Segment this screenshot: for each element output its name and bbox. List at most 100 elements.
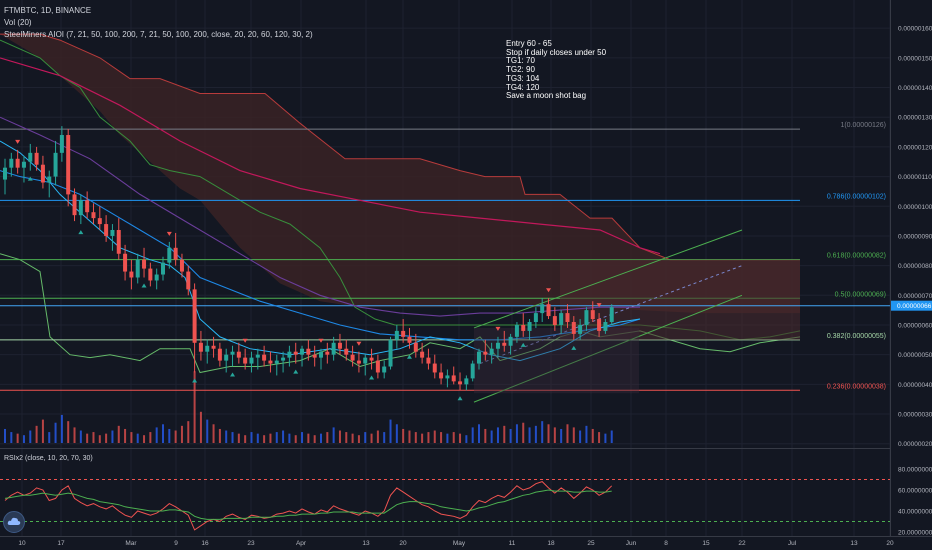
- candle-body: [369, 357, 374, 361]
- symbol-title: FTMBTC, 1D, BINANCE: [4, 6, 92, 15]
- candle-body: [21, 161, 26, 168]
- volume-bar: [408, 430, 411, 443]
- candle-body: [432, 363, 437, 373]
- time-tick-label: 20: [886, 540, 894, 547]
- candle-body: [148, 268, 153, 281]
- price-tick-label: 0.00000110: [898, 174, 932, 181]
- candle: [609, 304, 614, 325]
- volume-bar: [206, 419, 209, 443]
- candle-body: [458, 381, 463, 385]
- time-tick-label: Jul: [788, 540, 797, 547]
- candle-body: [477, 351, 481, 364]
- volume-bar: [294, 435, 297, 443]
- volume-bar: [162, 424, 164, 443]
- candle-body: [578, 324, 583, 334]
- volume-bar: [395, 424, 398, 443]
- price-tick-label: 0.00000020: [898, 441, 932, 448]
- candle-body: [47, 176, 52, 183]
- volume-bar: [446, 433, 449, 443]
- volume-bar: [591, 428, 594, 443]
- candle-body: [325, 351, 330, 355]
- candle: [470, 360, 475, 382]
- indicator-label: SteelMiners AIOI (7, 21, 50, 100, 200, 7…: [4, 30, 313, 39]
- volume-bar: [48, 432, 51, 443]
- volume-bar: [143, 435, 146, 443]
- volume-bar: [237, 433, 240, 443]
- candle-body: [85, 200, 90, 213]
- volume-bar: [370, 433, 373, 443]
- price-tick-label: 0.00000080: [898, 263, 932, 270]
- time-tick-label: 15: [702, 540, 710, 547]
- candle-body: [306, 348, 311, 355]
- last-price-value: 0.00000066: [897, 303, 932, 310]
- rsi-tick-label: 60.0000000: [898, 488, 932, 495]
- volume-bar: [218, 428, 221, 443]
- candle-body: [135, 259, 140, 278]
- time-tick-label: 17: [57, 540, 65, 547]
- volume-bar: [98, 435, 101, 443]
- volume-bar: [320, 433, 322, 443]
- volume-bar: [338, 430, 341, 443]
- time-tick-label: 8: [664, 540, 668, 547]
- candle-body: [97, 218, 102, 225]
- volume-bar: [180, 425, 183, 443]
- volume-bar: [459, 433, 462, 443]
- volume-bar: [67, 421, 70, 443]
- candle-body: [66, 135, 71, 195]
- candle-body: [546, 304, 551, 317]
- price-tick-label: 0.00000160: [898, 26, 932, 33]
- volume-bar: [313, 435, 316, 443]
- time-tick-label: 25: [587, 540, 595, 547]
- rsi-title: RSIx2 (close, 10, 20, 70, 30): [4, 455, 93, 462]
- volume-bar: [73, 427, 76, 443]
- volume-bar: [503, 425, 506, 443]
- price-tick-label: 0.00000140: [898, 85, 932, 92]
- volume-bar: [579, 430, 582, 443]
- volume-bar: [345, 432, 348, 443]
- volume-bar: [29, 430, 32, 443]
- volume-bar: [136, 433, 139, 443]
- candle-body: [15, 158, 20, 168]
- volume-bar: [414, 432, 417, 443]
- price-tick-label: 0.00000120: [898, 144, 932, 151]
- volume-bar: [471, 427, 474, 443]
- candle-body: [514, 324, 519, 337]
- volume-bar: [389, 419, 392, 443]
- candle-body: [584, 310, 589, 325]
- volume-bar: [105, 433, 108, 443]
- volume-bar: [16, 433, 19, 443]
- candle-body: [590, 310, 595, 320]
- candle-body: [205, 345, 210, 352]
- volume-bar: [490, 430, 493, 443]
- candle-body: [9, 158, 14, 168]
- candle-body: [337, 342, 342, 349]
- trading-chart[interactable]: 1(0.00000126) 0.786(0.00000102) 0.618(0.00…: [0, 0, 932, 550]
- time-tick-label: Jun: [626, 540, 637, 547]
- candle-body: [375, 360, 380, 373]
- volume-bar: [364, 432, 367, 443]
- rsi-tick-label: 40.0000000: [898, 509, 932, 516]
- candle-body: [243, 357, 248, 364]
- volume-bar: [168, 428, 171, 443]
- candle-body: [401, 330, 406, 337]
- volume-bar: [256, 433, 259, 443]
- rsi-tick-label: 20.0000000: [898, 530, 932, 537]
- time-tick-label: May: [453, 540, 466, 547]
- volume-bar: [187, 421, 190, 443]
- volume-bar: [250, 432, 253, 443]
- volume-bar: [54, 422, 57, 443]
- candle-body: [274, 360, 279, 364]
- volume-bar: [174, 430, 177, 443]
- price-tick-label: 0.00000090: [898, 233, 932, 240]
- tradingview-cloud-icon[interactable]: [3, 511, 25, 533]
- volume-bar: [155, 427, 158, 443]
- volume-bar: [427, 432, 430, 443]
- time-tick-label: 16: [201, 540, 209, 547]
- volume-bar: [199, 411, 202, 443]
- time-tick-label: Apr: [296, 540, 307, 547]
- volume-bar: [244, 435, 247, 443]
- candle-body: [110, 230, 115, 236]
- volume-bar: [357, 435, 360, 443]
- candle-body: [161, 262, 165, 275]
- candle-body: [91, 212, 96, 219]
